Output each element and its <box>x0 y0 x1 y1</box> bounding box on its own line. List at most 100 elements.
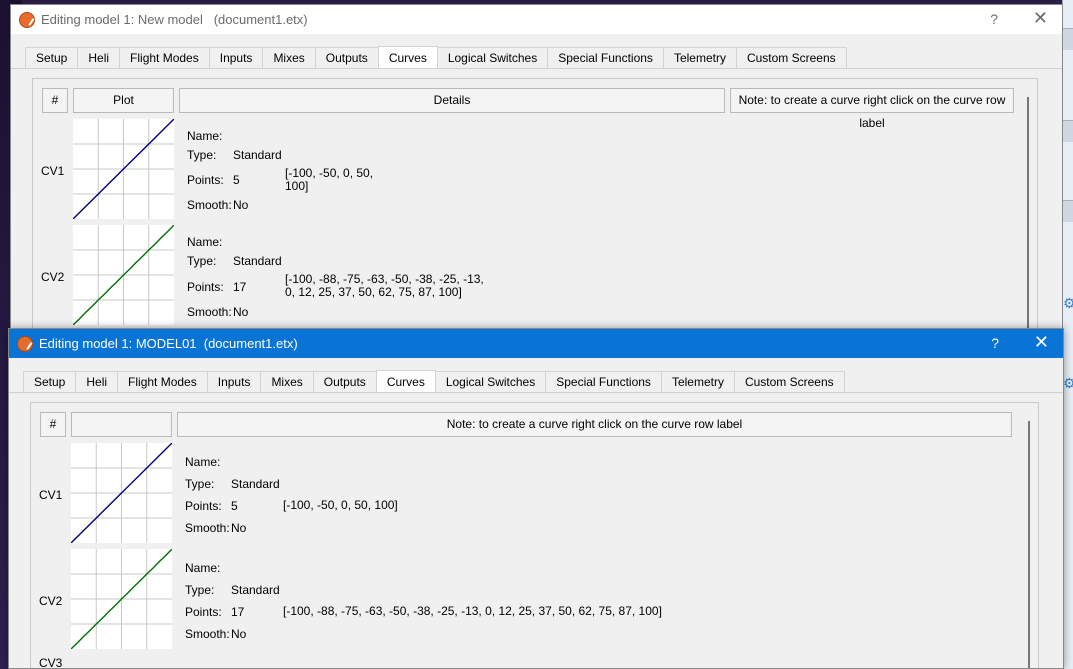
header-details: Details <box>179 88 725 113</box>
tab-outputs[interactable]: Outputs <box>314 47 379 68</box>
type-label: Type: <box>187 148 217 162</box>
curve-points-count: 17 <box>233 280 247 294</box>
curve-plot[interactable] <box>73 225 174 325</box>
help-button[interactable]: ? <box>991 335 999 351</box>
companion-app-icon <box>19 11 35 28</box>
tab-flight-modes[interactable]: Flight Modes <box>117 371 208 392</box>
curve-name-line: Name: <box>185 561 231 575</box>
curve-points-count: 17 <box>231 605 245 619</box>
title-bar[interactable]: Editing model 1: MODEL01 (document1.etx)… <box>9 329 1063 358</box>
curve-plot-graph <box>73 225 174 325</box>
curve-plot-graph <box>71 443 172 543</box>
curve-plot[interactable] <box>71 443 172 543</box>
type-label: Type: <box>185 583 215 597</box>
tab-curves[interactable]: Curves <box>375 370 436 392</box>
smooth-label: Smooth: <box>185 521 230 535</box>
header-note: Note: to create a curve right click on t… <box>177 412 1012 437</box>
model-editor-window-back[interactable]: Editing model 1: New model (document1.et… <box>10 4 1063 329</box>
tab-logical-switches[interactable]: Logical Switches <box>436 47 549 68</box>
curve-name-line: Name: <box>185 455 231 469</box>
curve-smooth-line: Smooth:No <box>187 198 248 212</box>
curve-points-line: Points: 5 <box>187 173 240 187</box>
tab-bar: Setup Heli Flight Modes Inputs Mixes Outputs C… <box>9 370 1063 393</box>
tab-logical-switches[interactable]: Logical Switches <box>434 371 547 392</box>
curve-type-line: Type: Standard <box>185 477 280 491</box>
tab-bar: Setup Heli Flight Modes Inputs Mixes Outputs C… <box>11 46 1062 69</box>
header-number: # <box>40 412 66 437</box>
curve-type: Standard <box>233 254 282 268</box>
curve-points-values: [-100, -88, -75, -63, -50, -38, -25, -13… <box>285 272 484 299</box>
header-plot: Plot <box>73 88 174 113</box>
name-label: Name: <box>187 129 223 143</box>
name-label: Name: <box>185 561 221 575</box>
curve-row-label[interactable]: CV3 <box>39 656 62 668</box>
tab-curves[interactable]: Curves <box>377 46 438 68</box>
companion-app-icon <box>17 335 33 352</box>
curve-row-label[interactable]: CV2 <box>39 594 62 608</box>
smooth-label: Smooth: <box>187 198 232 212</box>
model-editor-window-front[interactable]: Editing model 1: MODEL01 (document1.etx)… <box>8 328 1064 669</box>
curve-row-label[interactable]: CV2 <box>41 270 64 284</box>
tab-custom-screens[interactable]: Custom Screens <box>735 47 847 68</box>
curve-plot[interactable] <box>73 119 174 219</box>
curve-type-line: Type: Standard <box>187 254 282 268</box>
curve-type-line: Type: Standard <box>185 583 280 597</box>
curve-points-values: [-100, -50, 0, 50, 100] <box>285 166 374 193</box>
smooth-label: Smooth: <box>187 305 232 319</box>
curve-name-line: Name: <box>187 235 233 249</box>
name-label: Name: <box>187 235 223 249</box>
tab-mixes[interactable]: Mixes <box>260 371 314 392</box>
points-label: Points: <box>187 173 224 187</box>
tab-flight-modes[interactable]: Flight Modes <box>119 47 210 68</box>
header-plot <box>71 412 172 437</box>
curve-plot-graph <box>73 119 174 219</box>
tab-setup[interactable]: Setup <box>25 47 79 68</box>
curve-row-label[interactable]: CV1 <box>41 164 64 178</box>
header-number: # <box>42 88 68 113</box>
tab-outputs[interactable]: Outputs <box>312 371 377 392</box>
curve-smooth-line: Smooth:No <box>187 305 248 319</box>
title-bar[interactable]: Editing model 1: New model (document1.et… <box>11 5 1062 34</box>
gear-icon: ⚙ <box>1063 295 1073 311</box>
curve-smooth: No <box>231 521 247 535</box>
curve-points-count: 5 <box>233 173 240 187</box>
curve-points-values: [-100, -50, 0, 50, 100] <box>283 498 398 512</box>
curve-smooth: No <box>231 627 247 641</box>
close-button[interactable]: ✕ <box>1033 8 1048 29</box>
vertical-scrollbar[interactable] <box>1027 97 1029 328</box>
curves-panel: # Note: to create a curve right click on… <box>30 402 1039 668</box>
curve-points-line: Points: 17 <box>185 605 244 619</box>
close-button[interactable]: ✕ <box>1034 332 1049 353</box>
curve-plot-graph <box>71 549 172 649</box>
type-label: Type: <box>185 477 215 491</box>
curve-type-line: Type: Standard <box>187 148 282 162</box>
curve-smooth-line: Smooth:No <box>185 627 246 641</box>
curve-points-count: 5 <box>231 499 238 513</box>
curve-plot[interactable] <box>71 549 172 649</box>
tab-special-functions[interactable]: Special Functions <box>547 47 664 68</box>
smooth-label: Smooth: <box>185 627 230 641</box>
tab-setup[interactable]: Setup <box>23 371 77 392</box>
background-app-tile <box>1063 28 1073 50</box>
tab-telemetry[interactable]: Telemetry <box>662 47 737 68</box>
gear-icon: ⚙ <box>1063 375 1073 391</box>
tab-mixes[interactable]: Mixes <box>262 47 316 68</box>
type-label: Type: <box>187 254 217 268</box>
curve-type: Standard <box>233 148 282 162</box>
name-label: Name: <box>185 455 221 469</box>
tab-telemetry[interactable]: Telemetry <box>660 371 735 392</box>
tab-custom-screens[interactable]: Custom Screens <box>733 371 845 392</box>
vertical-scrollbar[interactable] <box>1028 421 1030 668</box>
curve-type: Standard <box>231 477 280 491</box>
window-title: Editing model 1: New model (document1.et… <box>41 12 308 27</box>
tab-heli[interactable]: Heli <box>77 47 121 68</box>
header-note: Note: to create a curve right click on t… <box>730 88 1014 130</box>
curve-row-label[interactable]: CV1 <box>39 488 62 502</box>
background-app-tile <box>1063 120 1073 142</box>
tab-special-functions[interactable]: Special Functions <box>545 371 662 392</box>
tab-inputs[interactable]: Inputs <box>206 371 262 392</box>
help-button[interactable]: ? <box>990 11 998 27</box>
tab-heli[interactable]: Heli <box>75 371 119 392</box>
curve-smooth: No <box>233 198 249 212</box>
tab-inputs[interactable]: Inputs <box>208 47 264 68</box>
